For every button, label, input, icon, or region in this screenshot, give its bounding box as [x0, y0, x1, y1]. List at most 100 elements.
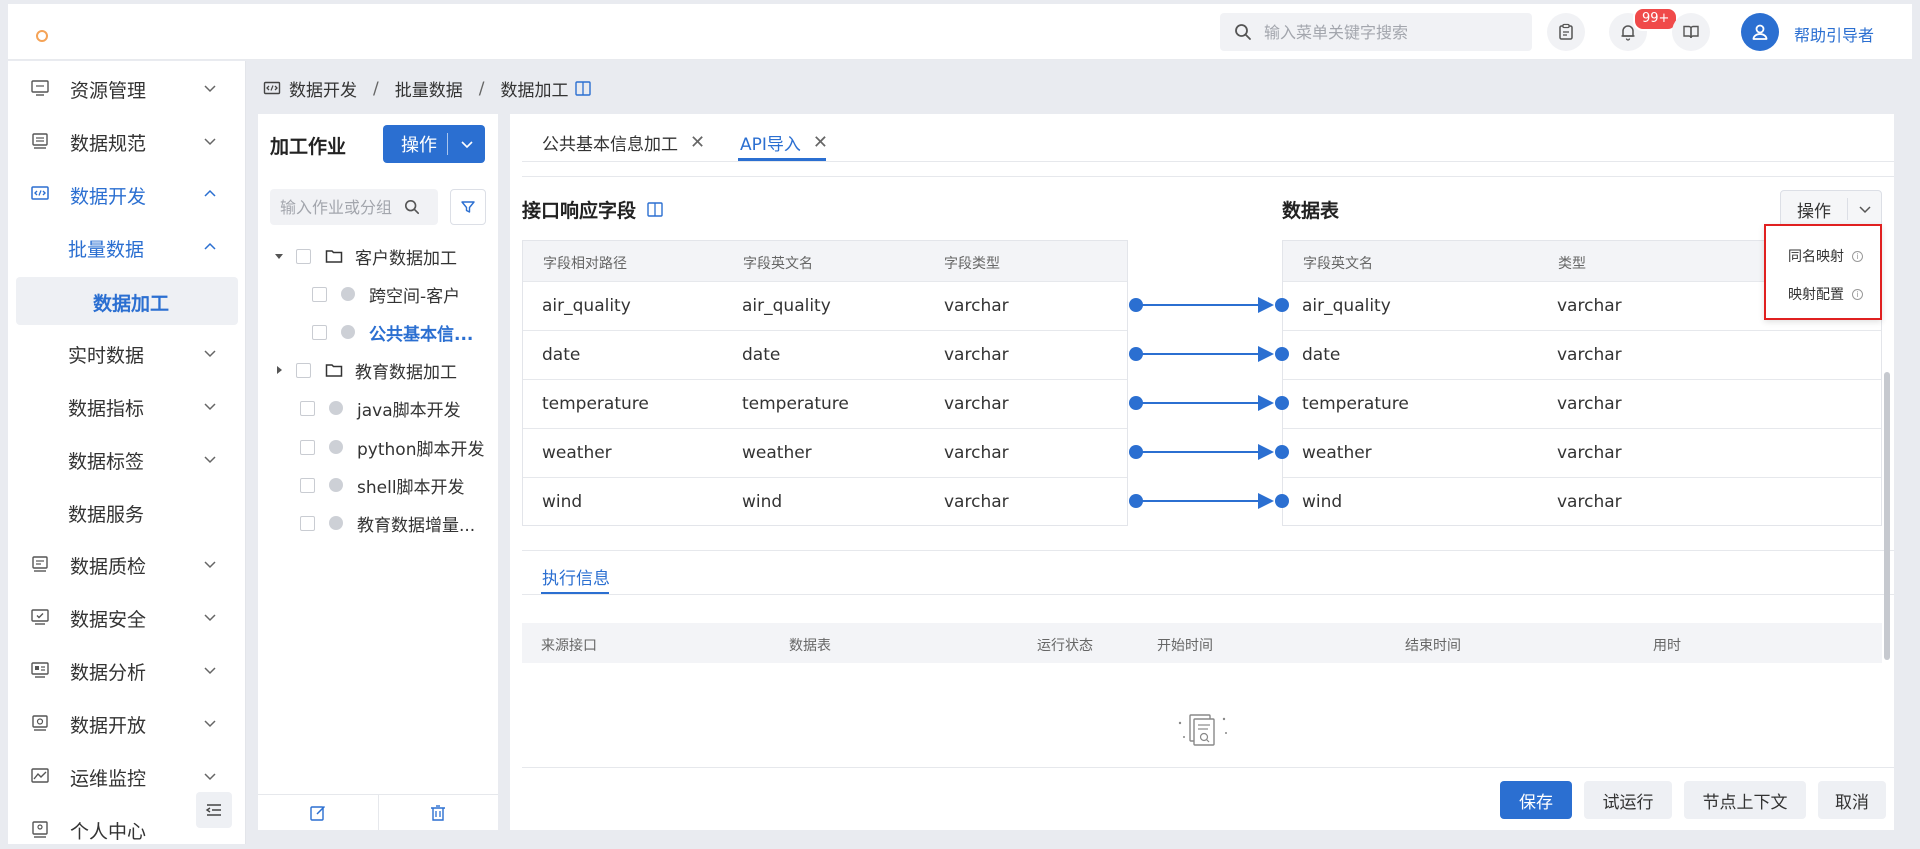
chevron-down-icon[interactable] — [448, 136, 485, 152]
sidebar-item-realtime[interactable]: 实时数据 — [8, 331, 246, 375]
breadcrumb-separator: / — [478, 78, 485, 99]
tree-node-label: 跨空间-客户 — [369, 286, 461, 307]
tree-node[interactable]: java脚本开发 — [300, 393, 461, 423]
help-book-button[interactable] — [1672, 13, 1710, 51]
mapping-link[interactable] — [1129, 395, 1289, 411]
tree-node[interactable]: shell脚本开发 — [300, 470, 465, 500]
breadcrumb-item[interactable]: 批量数据 — [395, 76, 463, 101]
save-button[interactable]: 保存 — [1500, 781, 1572, 819]
menu-item-mapping-config[interactable]: 映射配置 i — [1788, 284, 1863, 304]
caret-down-icon[interactable] — [272, 250, 286, 262]
tree-checkbox[interactable] — [300, 515, 315, 531]
tree-checkbox[interactable] — [312, 286, 327, 302]
sidebar-collapse-button[interactable] — [196, 792, 232, 828]
edit-button[interactable] — [258, 795, 378, 830]
tree-search-box[interactable] — [270, 189, 438, 225]
node-context-button[interactable]: 节点上下文 — [1684, 781, 1806, 819]
close-icon[interactable]: ✕ — [690, 132, 705, 153]
sidebar-item-label: 实时数据 — [68, 345, 145, 367]
delete-button[interactable] — [377, 795, 499, 830]
tab-public-info[interactable]: 公共基本信息加工 ✕ — [542, 130, 705, 155]
menu-item-same-name-mapping[interactable]: 同名映射 i — [1788, 246, 1863, 266]
sidebar-item-resource[interactable]: 资源管理 — [8, 66, 246, 110]
sidebar-item-batch-data[interactable]: 批量数据 — [8, 225, 246, 269]
column-header: 数据表 — [789, 638, 831, 654]
table-row: temperature varchar — [1283, 379, 1881, 428]
sidebar-item-standard[interactable]: 数据规范 — [8, 119, 246, 163]
active-tab-indicator — [738, 158, 826, 161]
tree-node-label: shell脚本开发 — [357, 477, 465, 498]
sidebar-item-metrics[interactable]: 数据指标 — [8, 384, 246, 428]
tree-checkbox[interactable] — [296, 362, 311, 378]
info-icon[interactable]: i — [1852, 288, 1863, 300]
sidebar-item-label: 数据安全 — [70, 609, 147, 631]
sidebar-item-analysis[interactable]: 数据分析 — [8, 648, 246, 692]
tree-node-selected[interactable]: 公共基本信... — [312, 317, 473, 347]
chevron-down-icon — [204, 85, 216, 93]
trial-run-button[interactable]: 试运行 — [1584, 781, 1672, 819]
mapping-link[interactable] — [1129, 444, 1289, 460]
sidebar-item-quality[interactable]: 数据质检 — [8, 542, 246, 586]
tree-folder[interactable]: 教育数据加工 — [272, 355, 457, 385]
menu-search-input[interactable] — [1264, 22, 1514, 42]
caret-right-icon[interactable] — [272, 364, 286, 376]
user-name[interactable]: 帮助引导者 — [1794, 22, 1874, 46]
search-icon[interactable] — [404, 199, 420, 215]
tree-operation-button[interactable]: 操作 — [383, 125, 485, 163]
table-cell: varchar — [944, 443, 1009, 463]
chevron-down-icon[interactable] — [1848, 201, 1881, 217]
field-mapping-lines — [1129, 297, 1289, 509]
mapping-link[interactable] — [1129, 297, 1289, 313]
sidebar-item-service[interactable]: 数据服务 — [8, 490, 246, 534]
column-header: 来源接口 — [541, 638, 597, 654]
tree-checkbox[interactable] — [300, 439, 315, 455]
chevron-down-icon — [204, 614, 216, 622]
tree-search-input[interactable] — [280, 197, 404, 217]
table-cell: varchar — [1557, 394, 1622, 414]
breadcrumb-item[interactable]: 数据开发 — [289, 76, 357, 101]
sidebar-item-security[interactable]: 数据安全 — [8, 595, 246, 639]
edit-icon — [310, 805, 325, 821]
tree-checkbox[interactable] — [300, 477, 315, 493]
chevron-down-icon — [204, 773, 216, 781]
table-cell: varchar — [1557, 492, 1622, 512]
avatar[interactable] — [1741, 13, 1779, 51]
tree-folder[interactable]: 客户数据加工 — [272, 241, 457, 271]
info-icon[interactable]: i — [1852, 250, 1863, 262]
tree-checkbox[interactable] — [296, 248, 311, 264]
task-button[interactable] — [1547, 13, 1585, 51]
sidebar-item-data-processing[interactable]: 数据加工 — [16, 277, 238, 325]
vertical-scrollbar[interactable] — [1884, 372, 1890, 660]
cancel-button[interactable]: 取消 — [1818, 781, 1886, 819]
table-cell: varchar — [1557, 296, 1622, 316]
tree-checkbox[interactable] — [300, 400, 315, 416]
mapping-operation-button[interactable]: 操作 — [1780, 190, 1882, 228]
chevron-up-icon — [204, 242, 216, 250]
sidebar-item-tags[interactable]: 数据标签 — [8, 437, 246, 481]
column-header: 字段类型 — [944, 256, 1000, 272]
sidebar-item-open[interactable]: 数据开放 — [8, 701, 246, 745]
menu-search-box[interactable] — [1220, 13, 1532, 51]
tab-api-import[interactable]: API导入 ✕ — [740, 130, 828, 155]
column-header: 开始时间 — [1157, 638, 1213, 654]
mapping-link[interactable] — [1129, 493, 1289, 509]
filter-button[interactable] — [450, 189, 486, 225]
user-icon — [1752, 24, 1768, 40]
tree-node[interactable]: 教育数据增量... — [300, 508, 475, 538]
book-icon[interactable] — [646, 201, 664, 219]
sidebar-item-label: 资源管理 — [70, 80, 147, 102]
table-cell: air_quality — [742, 296, 831, 316]
tree-node-label: 公共基本信... — [369, 324, 474, 345]
book-icon[interactable] — [574, 80, 592, 98]
tree-node[interactable]: python脚本开发 — [300, 432, 484, 462]
tab-exec-info[interactable]: 执行信息 — [542, 564, 610, 589]
table-cell: weather — [1302, 443, 1372, 463]
tree-node[interactable]: 跨空间-客户 — [312, 279, 460, 309]
table-cell: air_quality — [1302, 296, 1391, 316]
menu-item-label: 映射配置 — [1788, 287, 1844, 303]
sidebar-item-data-dev[interactable]: 数据开发 — [8, 172, 246, 216]
tree-checkbox[interactable] — [312, 324, 327, 340]
mapping-link[interactable] — [1129, 346, 1289, 362]
main-content: 公共基本信息加工 ✕ API导入 ✕ 接口响应字段 数据表 字段相对路径 字段英… — [510, 114, 1894, 830]
close-icon[interactable]: ✕ — [813, 132, 828, 153]
